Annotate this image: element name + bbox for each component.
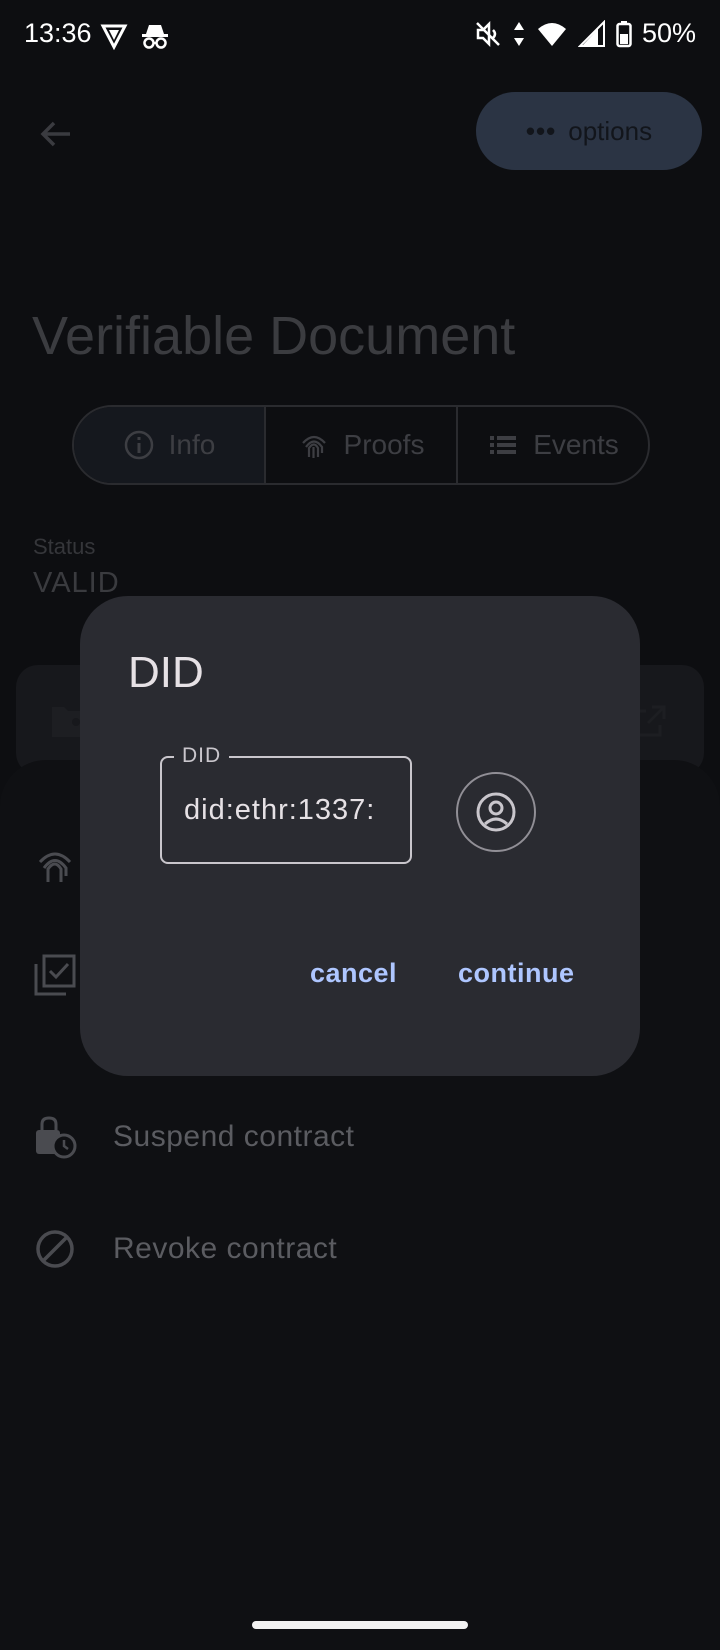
tab-proofs[interactable]: Proofs — [264, 407, 456, 483]
segmented-tabs: Info Proofs Events — [72, 405, 650, 485]
block-icon — [36, 1230, 74, 1268]
dialog-title: DID — [128, 648, 204, 697]
continue-button[interactable]: continue — [458, 958, 575, 989]
status-label: Status — [33, 534, 96, 559]
status-bar: 13:36 50% — [0, 0, 720, 72]
menu-item-revoke[interactable]: Revoke contract — [0, 1204, 720, 1294]
did-dialog: DID DID did:ethr:1337: cancel continue — [80, 596, 640, 1076]
status-time: 13:36 — [24, 18, 92, 48]
list-icon — [490, 436, 517, 454]
menu-item-suspend-label: Suspend contract — [113, 1120, 355, 1153]
did-field[interactable]: DID did:ethr:1337: — [160, 744, 412, 864]
tab-events-label: Events — [533, 429, 619, 460]
info-icon — [124, 430, 153, 460]
tab-info-label: Info — [168, 429, 216, 460]
page-title: Verifiable Document — [32, 306, 516, 366]
tab-info[interactable]: Info — [74, 407, 264, 483]
home-indicator[interactable] — [252, 1621, 468, 1629]
tab-events[interactable]: Events — [456, 407, 648, 483]
status-left-icons — [100, 22, 170, 50]
signal-icon — [577, 19, 605, 47]
wifi-icon — [537, 22, 566, 46]
battery-percent: 50% — [641, 18, 696, 48]
select-identity-button[interactable] — [456, 772, 536, 852]
account-circle-icon — [476, 792, 516, 832]
cancel-button[interactable]: cancel — [310, 958, 397, 989]
fingerprint-icon — [301, 435, 326, 458]
menu-item-revoke-label: Revoke contract — [113, 1232, 338, 1265]
more-horiz-icon: ••• — [525, 115, 557, 146]
status-right-icons: 50% — [474, 18, 696, 49]
back-button[interactable] — [30, 108, 82, 160]
lock-clock-icon — [36, 1116, 77, 1159]
vpn-shield-icon — [100, 24, 128, 50]
fingerprint-icon — [38, 852, 72, 882]
library-check-icon — [34, 954, 76, 996]
mute-icon — [476, 20, 500, 47]
incognito-icon — [142, 25, 168, 49]
app-bar: ••• options — [0, 88, 720, 178]
tab-proofs-label: Proofs — [343, 429, 425, 460]
status-value: VALID — [33, 567, 120, 599]
arrow-back-icon — [40, 121, 70, 147]
options-label: options — [568, 115, 653, 146]
did-input[interactable]: did:ethr:1337: — [184, 794, 392, 827]
menu-item-suspend[interactable]: Suspend contract — [0, 1092, 720, 1182]
data-arrows-icon — [513, 21, 524, 46]
did-field-label: DID — [174, 744, 230, 768]
battery-icon — [616, 20, 632, 47]
options-button[interactable]: ••• options — [476, 92, 702, 170]
